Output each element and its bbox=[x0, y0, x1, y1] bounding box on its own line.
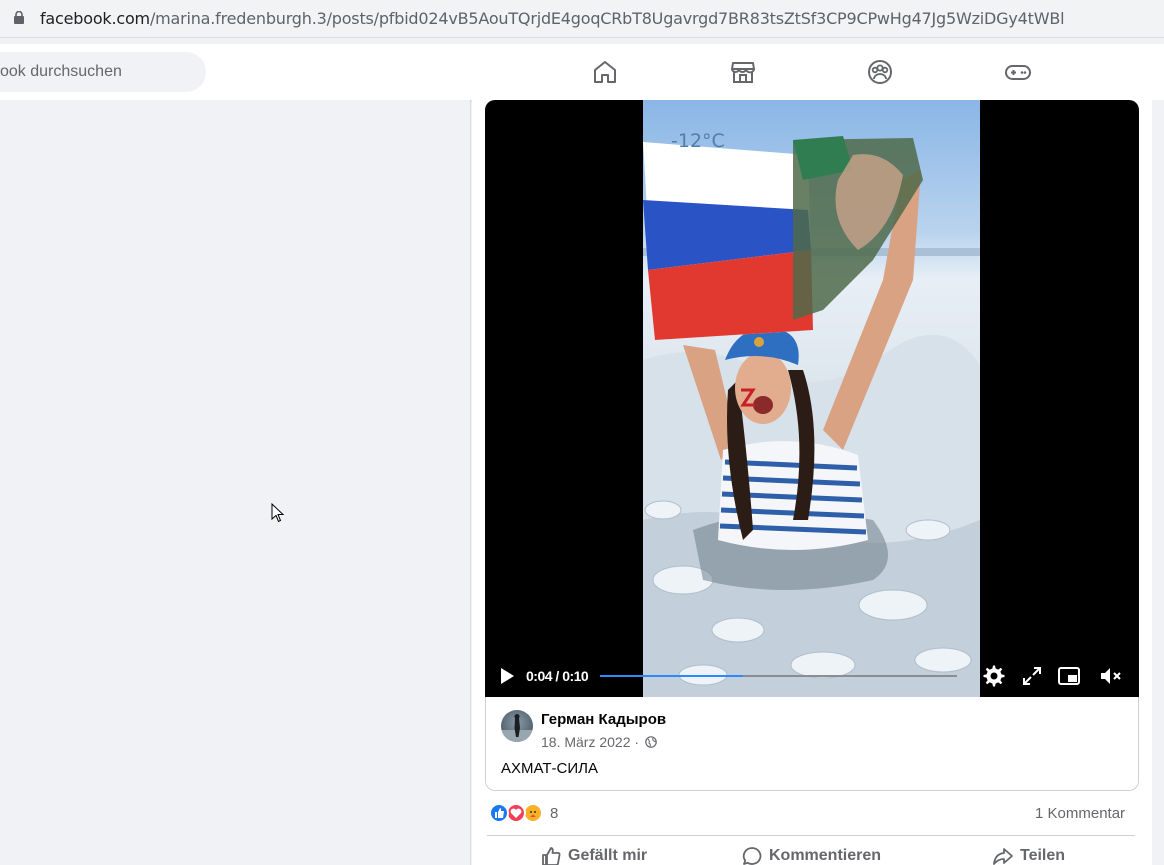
search-input[interactable]: ook durchsuchen bbox=[0, 52, 206, 92]
reaction-count: 8 bbox=[550, 805, 559, 822]
share-button-label: Teilen bbox=[1020, 847, 1066, 864]
love-reaction-icon bbox=[506, 803, 526, 823]
facebook-top-bar: ook durchsuchen bbox=[0, 44, 1164, 100]
video-player[interactable]: -12°C 0:04 / 0:10 bbox=[485, 100, 1139, 697]
share-button[interactable]: Teilen bbox=[992, 845, 1082, 865]
comments-count-link[interactable]: 1 Kommentar bbox=[1035, 805, 1125, 822]
groups-icon[interactable] bbox=[866, 58, 894, 86]
like-button[interactable]: Gefällt mir bbox=[540, 845, 660, 865]
like-button-label: Gefällt mir bbox=[568, 847, 648, 864]
video-still-image bbox=[643, 136, 980, 697]
url-path: /marina.fredenburgh.3/posts/pfbid024vB5A… bbox=[149, 9, 1065, 28]
left-panel bbox=[0, 100, 471, 865]
search-placeholder: ook durchsuchen bbox=[0, 63, 122, 80]
settings-gear-icon[interactable] bbox=[982, 664, 1006, 688]
post-text: АХМАТ-СИЛА bbox=[501, 760, 598, 777]
comment-bubble-icon bbox=[742, 847, 762, 865]
like-reaction-icon bbox=[489, 803, 509, 823]
author-avatar[interactable] bbox=[501, 710, 533, 742]
url-domain: facebook.com bbox=[40, 9, 150, 28]
video-frame[interactable]: -12°C bbox=[643, 100, 980, 697]
globe-icon bbox=[645, 736, 657, 748]
care-reaction-icon bbox=[523, 803, 543, 823]
thumbs-up-icon bbox=[542, 847, 561, 865]
mouse-cursor-icon bbox=[271, 503, 285, 523]
gaming-icon[interactable] bbox=[1004, 58, 1032, 86]
temperature-overlay: -12°C bbox=[671, 130, 725, 152]
play-icon[interactable] bbox=[499, 667, 515, 685]
fullscreen-icon[interactable] bbox=[1020, 664, 1044, 688]
author-name[interactable]: Герман Кадыров bbox=[541, 711, 666, 728]
lock-icon bbox=[14, 11, 24, 24]
mute-icon[interactable] bbox=[1099, 664, 1123, 688]
browser-address-bar[interactable]: facebook.com/marina.fredenburgh.3/posts/… bbox=[0, 0, 1164, 38]
shared-post-card[interactable]: Герман Кадыров 18. März 2022 · АХМАТ-СИЛ… bbox=[485, 697, 1139, 791]
post-meta: 18. März 2022 · bbox=[541, 734, 657, 750]
marketplace-icon[interactable] bbox=[729, 58, 757, 86]
video-progress-bar[interactable] bbox=[600, 675, 957, 677]
page-scrollbar[interactable] bbox=[1152, 100, 1164, 865]
url-text[interactable]: facebook.com/marina.fredenburgh.3/posts/… bbox=[40, 9, 1065, 28]
video-progress-fill bbox=[600, 675, 743, 677]
comment-button-label: Kommentieren bbox=[769, 847, 882, 864]
post-date[interactable]: 18. März 2022 · bbox=[541, 734, 639, 750]
share-arrow-icon bbox=[993, 848, 1013, 865]
comment-button[interactable]: Kommentieren bbox=[741, 845, 891, 865]
picture-in-picture-icon[interactable] bbox=[1057, 664, 1081, 688]
actions-divider bbox=[487, 835, 1135, 836]
video-controls: 0:04 / 0:10 bbox=[485, 660, 1139, 697]
home-icon[interactable] bbox=[591, 58, 619, 86]
video-time: 0:04 / 0:10 bbox=[526, 668, 589, 684]
